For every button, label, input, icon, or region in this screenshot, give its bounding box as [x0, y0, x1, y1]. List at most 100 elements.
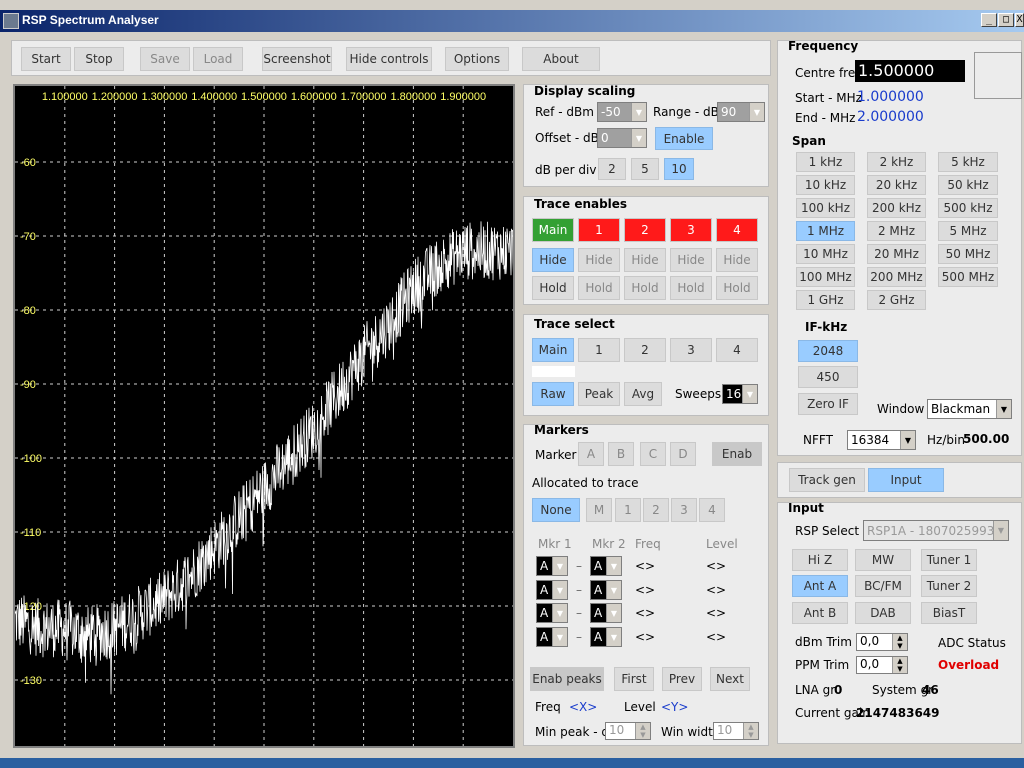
mkr1-row2-dropdown[interactable]: A ▼ [536, 580, 568, 600]
start-button[interactable]: Start [21, 47, 71, 71]
mkr2-row2-dropdown[interactable]: A ▼ [590, 580, 622, 600]
span-10mhz[interactable]: 10 MHz [796, 244, 855, 264]
span-1ghz[interactable]: 1 GHz [796, 290, 855, 310]
span-2ghz[interactable]: 2 GHz [867, 290, 926, 310]
span-5mhz[interactable]: 5 MHz [938, 221, 998, 241]
enable-button[interactable]: Enable [655, 127, 713, 150]
trace-2-enable[interactable]: 2 [624, 218, 666, 242]
span-200khz[interactable]: 200 kHz [867, 198, 926, 218]
hide-controls-button[interactable]: Hide controls [346, 47, 432, 71]
trace-1-enable[interactable]: 1 [578, 218, 620, 242]
alloc-4-button[interactable]: 4 [699, 498, 725, 522]
alloc-none-button[interactable]: None [532, 498, 580, 522]
span-5khz[interactable]: 5 kHz [938, 152, 998, 172]
close-button[interactable]: X [1015, 13, 1024, 27]
title-bar[interactable]: RSP Spectrum Analyser _ □ X [0, 10, 1024, 32]
trace-4-enable[interactable]: 4 [716, 218, 758, 242]
nfft-dropdown[interactable]: 16384 ▼ [847, 430, 916, 450]
peak-button[interactable]: Peak [578, 382, 620, 406]
hold-2-button[interactable]: Hold [624, 276, 666, 300]
span-100khz[interactable]: 100 kHz [796, 198, 855, 218]
span-1khz[interactable]: 1 kHz [796, 152, 855, 172]
tab-track-gen[interactable]: Track gen [789, 468, 865, 492]
trace-main-enable[interactable]: Main [532, 218, 574, 242]
ppm-trim-spinner[interactable]: 0,0 ▲ ▼ [856, 656, 908, 674]
sweeps-dropdown[interactable]: 16 ▼ [722, 384, 758, 404]
marker-c-button[interactable]: C [640, 442, 666, 466]
enab-peaks-button[interactable]: Enab peaks [530, 667, 604, 691]
mkr1-row4-dropdown[interactable]: A ▼ [536, 627, 568, 647]
hold-main-button[interactable]: Hold [532, 276, 574, 300]
select-1-button[interactable]: 1 [578, 338, 620, 362]
bcfm-button[interactable]: BC/FM [855, 575, 911, 597]
span-500khz[interactable]: 500 kHz [938, 198, 998, 218]
span-2mhz[interactable]: 2 MHz [867, 221, 926, 241]
ref-dropdown[interactable]: -50 ▼ [597, 102, 647, 122]
span-100mhz[interactable]: 100 MHz [796, 267, 855, 287]
maximize-button[interactable]: □ [998, 13, 1014, 27]
marker-a-button[interactable]: A [578, 442, 604, 466]
dbm-trim-spinner[interactable]: 0,0 ▲ ▼ [856, 633, 908, 651]
mkr2-row3-dropdown[interactable]: A ▼ [590, 603, 622, 623]
raw-button[interactable]: Raw [532, 382, 574, 406]
select-2-button[interactable]: 2 [624, 338, 666, 362]
span-20mhz[interactable]: 20 MHz [867, 244, 926, 264]
avg-button[interactable]: Avg [624, 382, 662, 406]
select-4-button[interactable]: 4 [716, 338, 758, 362]
first-button[interactable]: First [614, 667, 654, 691]
hide-4-button[interactable]: Hide [716, 248, 758, 272]
min-peak-spinner[interactable]: 10 ▲ ▼ [605, 722, 651, 740]
offset-dropdown[interactable]: 0 ▼ [597, 128, 647, 148]
zero-if-button[interactable]: Zero IF [798, 393, 858, 415]
dbdiv-2-button[interactable]: 2 [598, 158, 626, 180]
alloc-1-button[interactable]: 1 [615, 498, 641, 522]
span-50khz[interactable]: 50 kHz [938, 175, 998, 195]
window-dropdown[interactable]: Blackman ▼ [927, 399, 1012, 419]
hide-1-button[interactable]: Hide [578, 248, 620, 272]
span-20khz[interactable]: 20 kHz [867, 175, 926, 195]
alloc-3-button[interactable]: 3 [671, 498, 697, 522]
select-main-button[interactable]: Main [532, 338, 574, 362]
options-button[interactable]: Options [445, 47, 509, 71]
marker-enab-button[interactable]: Enab [712, 442, 762, 466]
mkr2-row4-dropdown[interactable]: A ▼ [590, 627, 622, 647]
stop-button[interactable]: Stop [74, 47, 124, 71]
span-50mhz[interactable]: 50 MHz [938, 244, 998, 264]
spectrum-plot[interactable]: 1.100000 1.200000 1.300000 1.400000 1.500000… [13, 84, 515, 748]
dbdiv-10-button[interactable]: 10 [664, 158, 694, 180]
if-450-button[interactable]: 450 [798, 366, 858, 388]
range-dropdown[interactable]: 90 ▼ [717, 102, 765, 122]
mkr1-row1-dropdown[interactable]: A ▼ [536, 556, 568, 576]
rsp-select-dropdown[interactable]: RSP1A - 1807025993 ▼ [863, 520, 1009, 541]
dab-button[interactable]: DAB [855, 602, 911, 624]
tuner2-button[interactable]: Tuner 2 [921, 575, 977, 597]
hide-main-button[interactable]: Hide [532, 248, 574, 272]
ant-b-button[interactable]: Ant B [792, 602, 848, 624]
screenshot-button[interactable]: Screenshot [262, 47, 332, 71]
hold-4-button[interactable]: Hold [716, 276, 758, 300]
win-width-spinner[interactable]: 10 ▲ ▼ [713, 722, 759, 740]
alloc-2-button[interactable]: 2 [643, 498, 669, 522]
ant-a-button[interactable]: Ant A [792, 575, 848, 597]
mw-button[interactable]: MW [855, 549, 911, 571]
span-10khz[interactable]: 10 kHz [796, 175, 855, 195]
select-3-button[interactable]: 3 [670, 338, 712, 362]
next-button[interactable]: Next [710, 667, 750, 691]
prev-button[interactable]: Prev [662, 667, 702, 691]
if-2048-button[interactable]: 2048 [798, 340, 858, 362]
marker-d-button[interactable]: D [670, 442, 696, 466]
tab-input[interactable]: Input [868, 468, 944, 492]
minimize-button[interactable]: _ [981, 13, 997, 27]
trace-3-enable[interactable]: 3 [670, 218, 712, 242]
save-button[interactable]: Save [140, 47, 190, 71]
dbdiv-5-button[interactable]: 5 [631, 158, 659, 180]
centre-freq-input[interactable]: 1.500000 [855, 60, 965, 82]
span-1mhz[interactable]: 1 MHz [796, 221, 855, 241]
marker-b-button[interactable]: B [608, 442, 634, 466]
hide-2-button[interactable]: Hide [624, 248, 666, 272]
hide-3-button[interactable]: Hide [670, 248, 712, 272]
about-button[interactable]: About [522, 47, 600, 71]
load-button[interactable]: Load [193, 47, 243, 71]
mkr2-row1-dropdown[interactable]: A ▼ [590, 556, 622, 576]
alloc-m-button[interactable]: M [586, 498, 612, 522]
